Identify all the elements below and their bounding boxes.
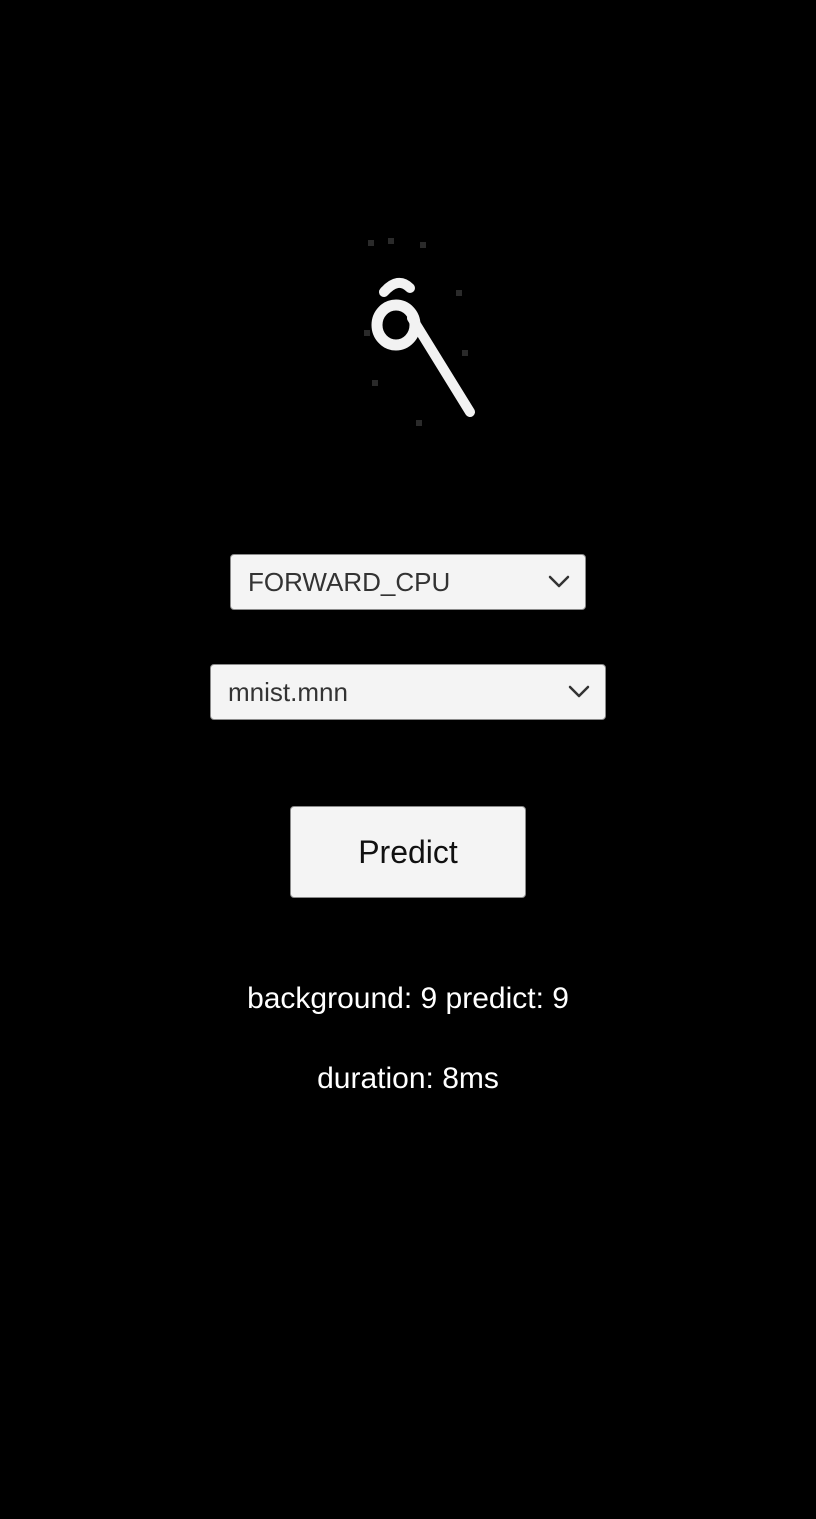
backend-select[interactable]: FORWARD_CPU — [230, 554, 586, 610]
predict-button[interactable]: Predict — [290, 806, 526, 898]
digit-image — [358, 230, 486, 430]
backend-select-value: FORWARD_CPU — [248, 566, 451, 597]
chevron-down-icon — [567, 680, 591, 704]
model-select-value: mnist.mnn — [228, 676, 348, 707]
model-select[interactable]: mnist.mnn — [210, 664, 606, 720]
prediction-result-text: background: 9 predict: 9 — [247, 982, 569, 1015]
duration-text: duration: 8ms — [317, 1062, 499, 1095]
chevron-down-icon — [547, 570, 571, 594]
